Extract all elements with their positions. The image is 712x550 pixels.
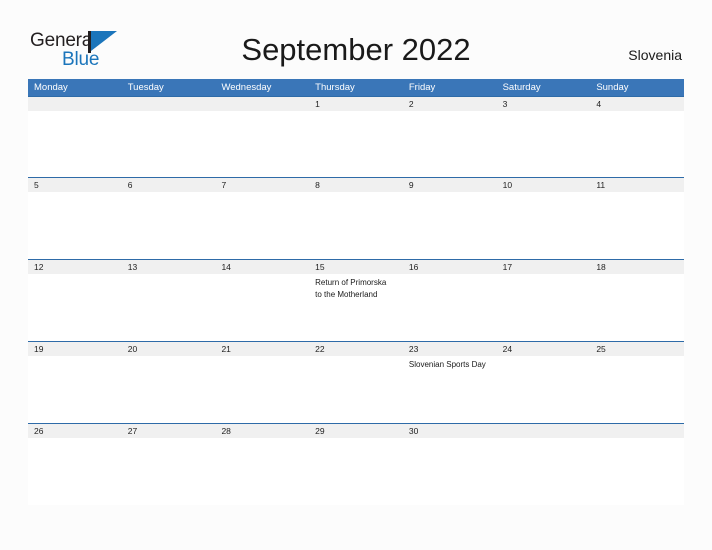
day-event[interactable]	[403, 274, 497, 341]
day-number[interactable]: 26	[28, 424, 122, 438]
day-event-holiday[interactable]: Return of Primorska to the Motherland	[309, 274, 403, 341]
day-number[interactable]: 21	[215, 342, 309, 356]
day-number[interactable]: 15	[309, 260, 403, 274]
day-number[interactable]: 20	[122, 342, 216, 356]
day-number[interactable]: 30	[403, 424, 497, 438]
weekday-header-thursday: Thursday	[315, 82, 355, 93]
weekday-header-row: Monday Tuesday Wednesday Thursday Friday…	[28, 79, 684, 96]
day-event[interactable]	[28, 192, 122, 259]
week-date-band: 1 2 3 4	[28, 97, 684, 111]
day-event[interactable]	[590, 438, 684, 505]
page-title: September 2022	[241, 32, 471, 67]
day-event[interactable]	[215, 438, 309, 505]
day-event[interactable]	[497, 111, 591, 177]
day-event[interactable]	[309, 111, 403, 177]
calendar-week-row: 12 13 14 15 16 17 18 Return of Primorska…	[28, 259, 684, 341]
day-event[interactable]	[309, 192, 403, 259]
day-event[interactable]	[122, 274, 216, 341]
calendar-week-row: 5 6 7 8 9 10 11	[28, 177, 684, 259]
day-event[interactable]	[590, 274, 684, 341]
day-number[interactable]: 7	[215, 178, 309, 192]
day-event[interactable]	[590, 356, 684, 423]
calendar-week-row: 26 27 28 29 30	[28, 423, 684, 505]
day-number[interactable]: 16	[403, 260, 497, 274]
day-number[interactable]: 17	[497, 260, 591, 274]
day-number[interactable]: 14	[215, 260, 309, 274]
week-event-band	[28, 111, 684, 177]
day-event[interactable]	[590, 111, 684, 177]
week-date-band: 19 20 21 22 23 24 25	[28, 342, 684, 356]
day-number[interactable]: 5	[28, 178, 122, 192]
day-event[interactable]	[590, 192, 684, 259]
weekday-header-tuesday: Tuesday	[127, 82, 164, 93]
weekday-header-saturday: Saturday	[502, 82, 541, 93]
day-event[interactable]	[122, 356, 216, 423]
day-number[interactable]: 12	[28, 260, 122, 274]
day-event[interactable]	[28, 356, 122, 423]
day-number[interactable]: 6	[122, 178, 216, 192]
day-number[interactable]: 25	[590, 342, 684, 356]
week-date-band: 5 6 7 8 9 10 11	[28, 178, 684, 192]
week-date-band: 26 27 28 29 30	[28, 424, 684, 438]
day-event-holiday[interactable]: Slovenian Sports Day	[403, 356, 497, 423]
day-number[interactable]	[122, 97, 216, 111]
day-number[interactable]: 13	[122, 260, 216, 274]
weekday-header-friday: Friday	[408, 82, 436, 93]
day-event[interactable]	[215, 111, 309, 177]
day-event[interactable]	[309, 356, 403, 423]
weekday-header-wednesday: Wednesday	[221, 82, 272, 93]
day-event[interactable]	[122, 111, 216, 177]
day-number[interactable]: 8	[309, 178, 403, 192]
day-event[interactable]	[122, 192, 216, 259]
day-event[interactable]	[28, 438, 122, 505]
day-event[interactable]	[215, 356, 309, 423]
day-event[interactable]	[403, 111, 497, 177]
day-number[interactable]: 19	[28, 342, 122, 356]
day-number[interactable]: 22	[309, 342, 403, 356]
day-number[interactable]: 10	[497, 178, 591, 192]
day-event[interactable]	[497, 274, 591, 341]
day-number[interactable]: 27	[122, 424, 216, 438]
day-number[interactable]	[497, 424, 591, 438]
calendar-week-row: 1 2 3 4	[28, 96, 684, 177]
day-event[interactable]	[309, 438, 403, 505]
day-number[interactable]: 24	[497, 342, 591, 356]
day-number[interactable]: 11	[590, 178, 684, 192]
day-event[interactable]	[122, 438, 216, 505]
day-event[interactable]	[497, 438, 591, 505]
page-header: General Blue September 2022 Slovenia	[0, 0, 712, 78]
week-event-band: Slovenian Sports Day	[28, 356, 684, 423]
day-number[interactable]: 28	[215, 424, 309, 438]
region-label: Slovenia	[628, 47, 682, 63]
week-event-band	[28, 192, 684, 259]
day-number[interactable]: 3	[497, 97, 591, 111]
day-number[interactable]: 1	[309, 97, 403, 111]
calendar-page: General Blue September 2022 Slovenia Mon…	[0, 0, 712, 550]
day-number[interactable]: 29	[309, 424, 403, 438]
week-event-band: Return of Primorska to the Motherland	[28, 274, 684, 341]
day-event[interactable]	[215, 274, 309, 341]
day-number[interactable]: 23	[403, 342, 497, 356]
day-number[interactable]	[590, 424, 684, 438]
week-date-band: 12 13 14 15 16 17 18	[28, 260, 684, 274]
calendar-week-row: 19 20 21 22 23 24 25 Slovenian Sports Da…	[28, 341, 684, 423]
day-number[interactable]	[28, 97, 122, 111]
day-number[interactable]	[215, 97, 309, 111]
calendar-grid: Monday Tuesday Wednesday Thursday Friday…	[28, 79, 684, 505]
day-number[interactable]: 2	[403, 97, 497, 111]
day-event[interactable]	[403, 438, 497, 505]
day-event[interactable]	[28, 274, 122, 341]
day-number[interactable]: 18	[590, 260, 684, 274]
day-event[interactable]	[403, 192, 497, 259]
week-event-band	[28, 438, 684, 505]
day-event[interactable]	[497, 192, 591, 259]
weekday-header-monday: Monday	[34, 82, 68, 93]
weekday-header-sunday: Sunday	[596, 82, 629, 93]
day-event[interactable]	[28, 111, 122, 177]
day-event[interactable]	[497, 356, 591, 423]
day-event[interactable]	[215, 192, 309, 259]
day-number[interactable]: 9	[403, 178, 497, 192]
day-number[interactable]: 4	[590, 97, 684, 111]
